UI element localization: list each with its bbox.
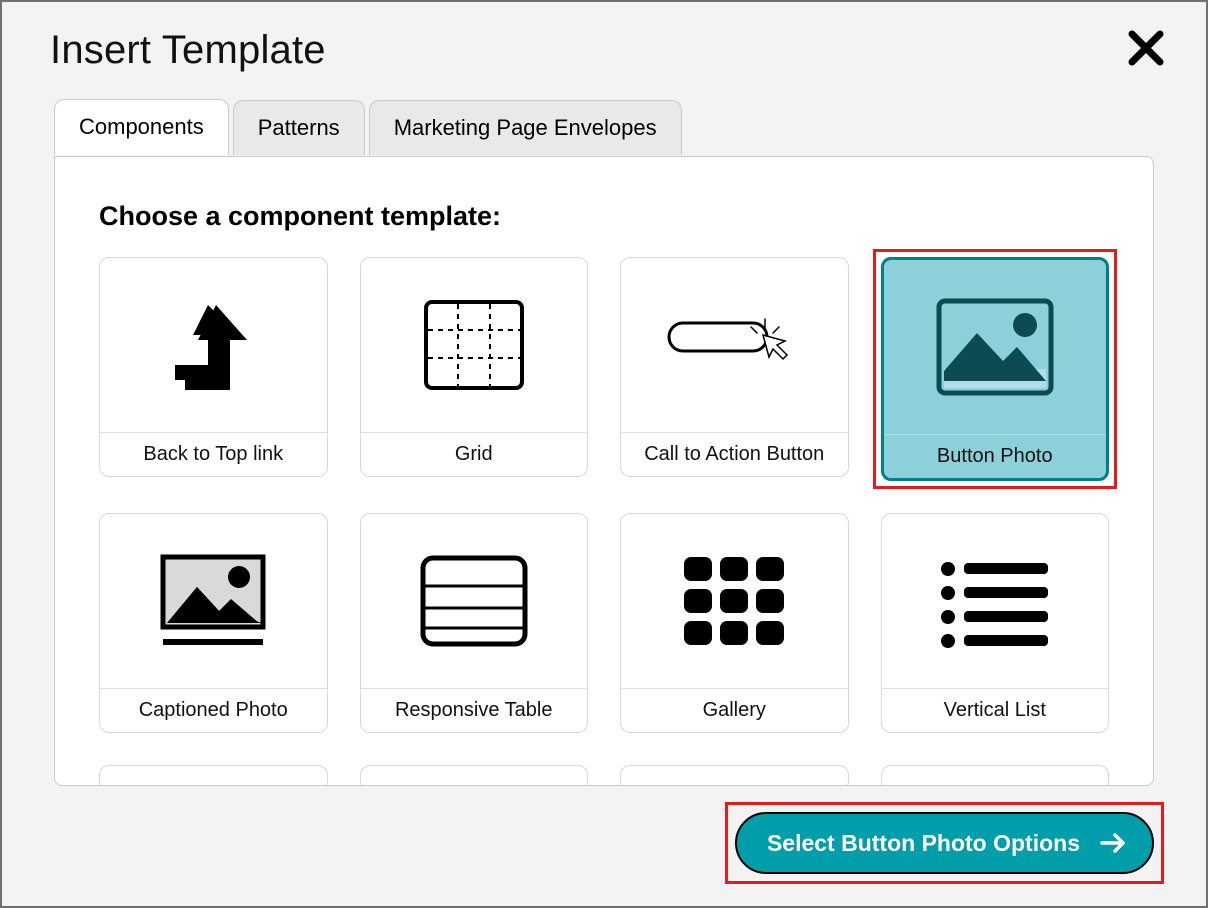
arrow-right-icon <box>1098 828 1128 858</box>
component-card-label: Gallery <box>621 689 848 732</box>
panel-heading: Choose a component template: <box>99 201 501 232</box>
tab-panel-components: Choose a component template: <box>54 156 1154 786</box>
component-card-gallery[interactable]: Gallery <box>620 513 849 733</box>
component-card-captioned-photo[interactable]: Captioned Photo <box>99 513 328 733</box>
component-card-label: Back to Top link <box>100 433 327 476</box>
gallery-grid-icon <box>674 551 794 651</box>
component-card-grid[interactable]: Grid <box>360 257 589 477</box>
component-card-placeholder[interactable] <box>360 765 589 786</box>
table-rows-icon <box>409 546 539 656</box>
select-options-button[interactable]: Select Button Photo Options <box>735 812 1154 874</box>
component-card-responsive-table[interactable]: Responsive Table <box>360 513 589 733</box>
component-card-cta-button[interactable]: Call to Action Button <box>620 257 849 477</box>
component-card-button-photo[interactable]: Button Photo <box>881 257 1110 481</box>
component-card-placeholder[interactable] <box>881 765 1110 786</box>
dialog: Insert Template Components Patterns Mark… <box>6 6 1202 902</box>
component-card-vertical-list[interactable]: Vertical List <box>881 513 1110 733</box>
close-button[interactable] <box>1126 28 1166 68</box>
component-grid: Back to Top link Grid <box>99 257 1109 786</box>
tab-patterns[interactable]: Patterns <box>233 100 365 155</box>
arrow-up-turn-icon <box>153 285 273 405</box>
photo-icon <box>925 287 1065 407</box>
component-card-label: Responsive Table <box>361 689 588 732</box>
close-icon <box>1126 28 1166 68</box>
component-card-label: Call to Action Button <box>621 433 848 476</box>
select-options-button-label: Select Button Photo Options <box>767 830 1080 857</box>
tab-marketing-envelopes[interactable]: Marketing Page Envelopes <box>369 100 682 155</box>
component-card-label: Grid <box>361 433 588 476</box>
grid-dashed-icon <box>414 290 534 400</box>
cursor-button-icon <box>659 305 809 385</box>
component-card-back-to-top[interactable]: Back to Top link <box>99 257 328 477</box>
component-card-label: Vertical List <box>882 689 1109 732</box>
component-card-label: Captioned Photo <box>100 689 327 732</box>
tab-bar: Components Patterns Marketing Page Envel… <box>54 98 686 154</box>
component-card-placeholder[interactable] <box>99 765 328 786</box>
photo-caption-icon <box>143 541 283 661</box>
dialog-title: Insert Template <box>50 28 326 73</box>
bullet-list-icon <box>930 551 1060 651</box>
component-card-label: Button Photo <box>884 435 1107 478</box>
component-card-placeholder[interactable] <box>620 765 849 786</box>
tab-components[interactable]: Components <box>54 99 229 155</box>
